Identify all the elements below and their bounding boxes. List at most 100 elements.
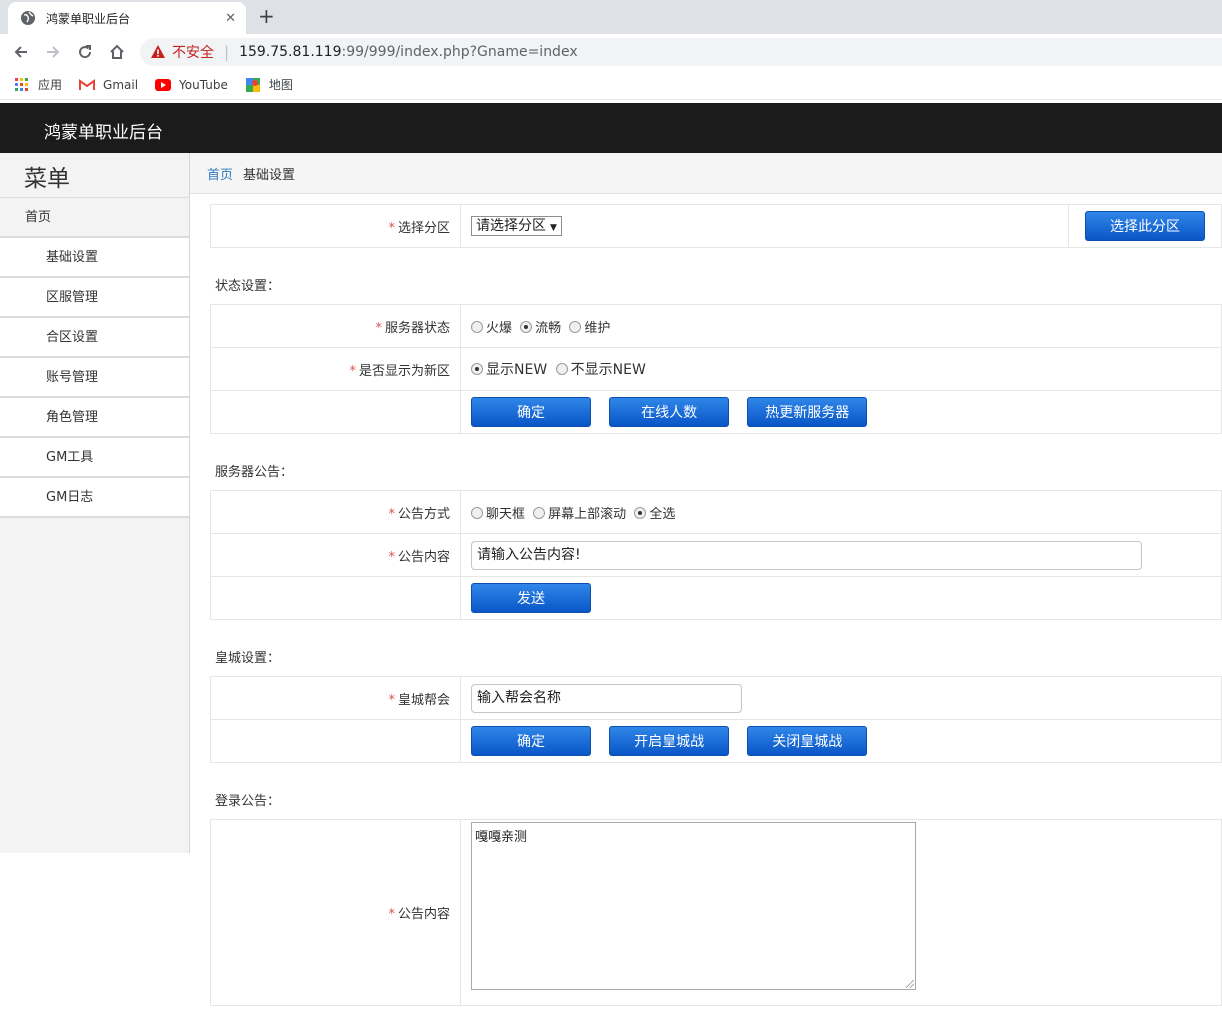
required-mark: * bbox=[388, 692, 395, 708]
empty-label-cell bbox=[210, 390, 461, 434]
required-mark: * bbox=[388, 907, 395, 922]
sidebar-title: 菜单 bbox=[0, 153, 189, 198]
forward-icon[interactable] bbox=[42, 41, 64, 63]
notice-mode-label-cell: * 公告方式 bbox=[210, 490, 461, 534]
new-zone-row: * 是否显示为新区 显示NEW 不显示NEW bbox=[210, 347, 1222, 391]
radio-top-scroll-label: 屏幕上部滚动 bbox=[548, 506, 627, 522]
notice-content-row: * 公告内容 请输入公告内容! bbox=[210, 533, 1222, 577]
status-section-title: 状态设置： bbox=[215, 279, 281, 294]
castle-buttons-row: 确定 开启皇城战 关闭皇城战 bbox=[210, 719, 1222, 763]
new-zone-options: 显示NEW 不显示NEW bbox=[460, 347, 1222, 391]
server-status-row: * 服务器状态 火爆 流畅 维护 bbox=[210, 304, 1222, 348]
app-title: 鸿蒙单职业后台 bbox=[44, 123, 163, 143]
radio-hide-new[interactable] bbox=[555, 363, 568, 375]
resize-grip-icon[interactable] bbox=[906, 980, 914, 988]
sidebar-item-home[interactable]: 首页 bbox=[0, 198, 189, 238]
bookmark-label: 应用 bbox=[38, 78, 63, 92]
select-zone-button[interactable]: 选择此分区 bbox=[1085, 211, 1205, 241]
zone-row: * 选择分区 请选择分区 ▼ 选择此分区 bbox=[210, 204, 1222, 248]
confirm-castle-button[interactable]: 确定 bbox=[471, 726, 591, 756]
sidebar-item-gm-log[interactable]: GM日志 bbox=[0, 478, 189, 518]
sidebar-item-account-management[interactable]: 账号管理 bbox=[0, 358, 189, 398]
sidebar-item-server-management[interactable]: 区服管理 bbox=[0, 278, 189, 318]
start-castle-war-button[interactable]: 开启皇城战 bbox=[609, 726, 730, 756]
browser-toolbar: 不安全 | 159.75.81.119:99/999/index.php?Gna… bbox=[0, 34, 1222, 70]
omnibox-divider: | bbox=[224, 43, 230, 61]
breadcrumb-home[interactable]: 首页 bbox=[207, 164, 233, 183]
address-bar[interactable]: 不安全 | 159.75.81.119:99/999/index.php?Gna… bbox=[140, 38, 1222, 66]
sidebar-item-merge-settings[interactable]: 合区设置 bbox=[0, 318, 189, 358]
notice-content-label: 公告内容 bbox=[397, 550, 450, 565]
back-icon[interactable] bbox=[10, 41, 32, 63]
radio-smooth[interactable] bbox=[520, 320, 533, 333]
radio-maintenance[interactable] bbox=[569, 320, 582, 333]
close-icon[interactable]: ✕ bbox=[225, 11, 236, 26]
required-mark: * bbox=[388, 220, 395, 236]
zone-select-value: 请选择分区 bbox=[476, 218, 546, 234]
security-label[interactable]: 不安全 bbox=[172, 42, 214, 62]
notice-content-input[interactable]: 请输入公告内容! bbox=[471, 540, 1142, 570]
castle-guild-row: * 皇城帮会 输入帮会名称 bbox=[210, 676, 1222, 720]
castle-buttons-cell: 确定 开启皇城战 关闭皇城战 bbox=[460, 719, 1222, 763]
zone-value-cell: 请选择分区 ▼ bbox=[460, 204, 1069, 248]
dropdown-arrow-icon: ▼ bbox=[550, 223, 557, 233]
notice-section-title: 服务器公告： bbox=[215, 465, 294, 480]
zone-select[interactable]: 请选择分区 ▼ bbox=[471, 216, 562, 236]
radio-select-all[interactable] bbox=[634, 506, 647, 519]
server-status-options: 火爆 流畅 维护 bbox=[460, 304, 1222, 348]
tab-title: 鸿蒙单职业后台 bbox=[46, 11, 131, 26]
bookmark-gmail[interactable]: Gmail bbox=[79, 77, 138, 93]
radio-maintenance-label: 维护 bbox=[584, 320, 611, 336]
new-tab-icon[interactable]: + bbox=[258, 5, 275, 27]
notice-table: * 公告方式 聊天框 屏幕上部滚动 全选 * 公告内容 请输入公告内容! 发送 bbox=[210, 490, 1222, 620]
hot-update-server-button[interactable]: 热更新服务器 bbox=[747, 397, 868, 427]
required-mark: * bbox=[388, 550, 395, 565]
notice-send-cell: 发送 bbox=[460, 576, 1222, 620]
radio-hide-new-label: 不显示NEW bbox=[570, 362, 646, 378]
bookmark-label: YouTube bbox=[179, 77, 228, 92]
bookmark-maps[interactable]: 地图 bbox=[245, 76, 293, 93]
castle-section-title: 皇城设置： bbox=[215, 651, 281, 666]
zone-label-cell: * 选择分区 bbox=[210, 204, 461, 248]
required-mark: * bbox=[388, 506, 395, 522]
maps-icon bbox=[245, 77, 261, 93]
castle-guild-label-cell: * 皇城帮会 bbox=[210, 676, 461, 720]
status-table: * 服务器状态 火爆 流畅 维护 * 是否显示为新区 显示NEW 不显示NEW 确定… bbox=[210, 304, 1222, 434]
radio-chat-box[interactable] bbox=[471, 506, 483, 519]
castle-table: * 皇城帮会 输入帮会名称 确定 开启皇城战 关闭皇城战 bbox=[210, 676, 1222, 763]
online-count-button[interactable]: 在线人数 bbox=[609, 397, 730, 427]
breadcrumb-current: 基础设置 bbox=[243, 167, 296, 183]
app-header: 鸿蒙单职业后台 bbox=[0, 103, 1222, 153]
login-content-row: * 公告内容 嘎嘎亲测 bbox=[210, 819, 1222, 1006]
youtube-icon bbox=[155, 77, 172, 93]
guild-name-input[interactable]: 输入帮会名称 bbox=[471, 683, 742, 713]
required-mark: * bbox=[375, 320, 382, 336]
zone-button-cell: 选择此分区 bbox=[1068, 204, 1222, 248]
required-mark: * bbox=[349, 363, 356, 379]
login-content-label: 公告内容 bbox=[397, 907, 450, 922]
login-notice-textarea[interactable]: 嘎嘎亲测 bbox=[471, 822, 916, 990]
browser-tab[interactable]: 鸿蒙单职业后台 ✕ bbox=[8, 2, 246, 34]
bookmark-apps[interactable]: 应用 bbox=[14, 76, 62, 93]
new-zone-label-cell: * 是否显示为新区 bbox=[210, 347, 461, 391]
reload-icon[interactable] bbox=[74, 41, 96, 63]
notice-mode-options: 聊天框 屏幕上部滚动 全选 bbox=[460, 490, 1222, 534]
radio-top-scroll[interactable] bbox=[533, 506, 546, 519]
sidebar-item-role-management[interactable]: 角色管理 bbox=[0, 398, 189, 438]
status-buttons-row: 确定 在线人数 热更新服务器 bbox=[210, 390, 1222, 434]
radio-show-new[interactable] bbox=[471, 363, 483, 375]
radio-select-all-label: 全选 bbox=[649, 506, 676, 522]
stop-castle-war-button[interactable]: 关闭皇城战 bbox=[747, 726, 868, 756]
radio-hot[interactable] bbox=[471, 320, 483, 333]
globe-icon bbox=[21, 11, 35, 25]
zone-table: * 选择分区 请选择分区 ▼ 选择此分区 bbox=[210, 204, 1222, 248]
bookmarks-bar: 应用 Gmail YouTube 地图 bbox=[0, 70, 1222, 100]
home-icon[interactable] bbox=[106, 41, 128, 63]
bookmark-youtube[interactable]: YouTube bbox=[155, 77, 228, 93]
new-zone-label: 是否显示为新区 bbox=[358, 363, 450, 379]
sidebar-item-basic-settings[interactable]: 基础设置 bbox=[0, 238, 189, 278]
warning-icon bbox=[151, 45, 165, 58]
send-notice-button[interactable]: 发送 bbox=[471, 583, 591, 613]
sidebar-item-gm-tools[interactable]: GM工具 bbox=[0, 438, 189, 478]
confirm-status-button[interactable]: 确定 bbox=[471, 397, 591, 427]
